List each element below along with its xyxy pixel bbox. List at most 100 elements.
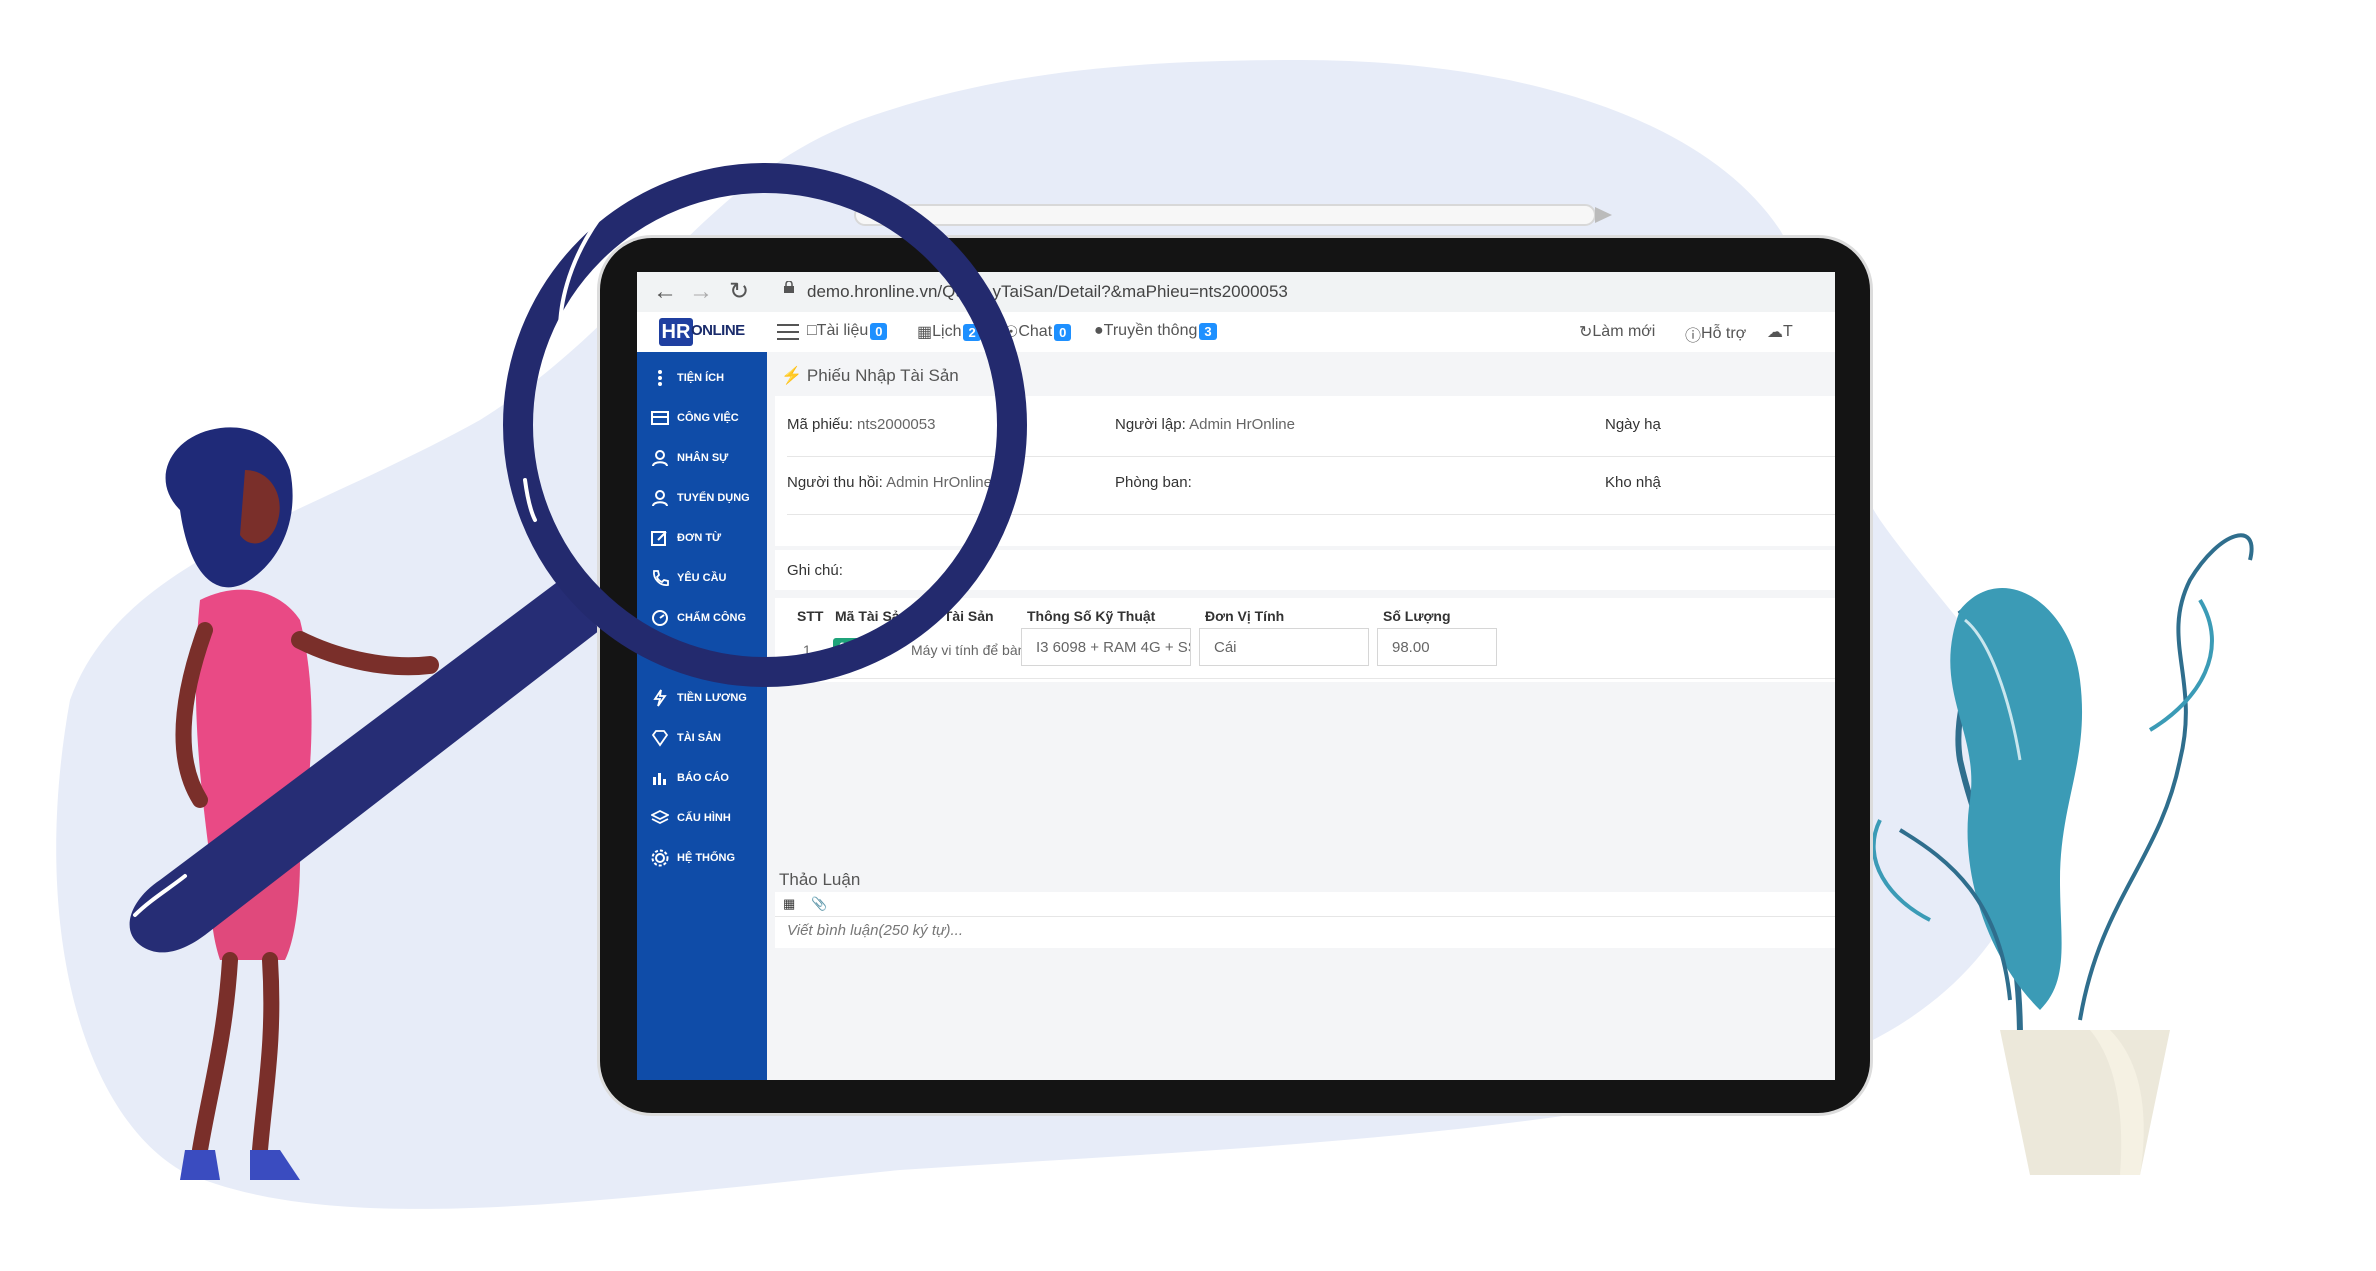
sidebar-item-label: Chấm công: [677, 612, 747, 624]
info-card: Mã phiếu: nts2000053 Người lập: Admin Hr…: [775, 396, 1835, 546]
sidebar-item-bao-cao[interactable]: Báo cáo: [637, 758, 767, 798]
nguoi-thu-hoi-field: Người thu hồi: Admin HrOnline: [787, 474, 992, 491]
note-card: Ghi chú:: [775, 550, 1835, 590]
col-header-stt: STT: [797, 608, 824, 624]
nav-lich-label: Lịch: [932, 323, 962, 340]
divider: [787, 514, 1835, 515]
bar-chart-icon: [653, 773, 666, 785]
tablet-screen: ← → ↻ demo.hronline.vn/QuanLyTaiSan/Deta…: [637, 272, 1835, 1080]
cloud-label: T: [1783, 323, 1793, 340]
sidebar-item-label: Đơn từ: [677, 532, 722, 544]
gear-icon: [651, 849, 669, 867]
ngay-label: Ngày hạ: [1605, 416, 1661, 433]
col-header-don-vi: Đơn Vị Tính: [1205, 608, 1285, 624]
info-icon: ⓘ: [1685, 328, 1702, 345]
sidebar-item-tien-ich[interactable]: Tiện ích: [637, 358, 767, 398]
nguoi-thu-hoi-label: Người thu hồi:: [787, 474, 883, 491]
sidebar: HR ONLINE Tiện ích Công việc Nhân sự Tuy…: [637, 312, 767, 1080]
sidebar-item-tai-san[interactable]: Tài sản: [637, 718, 767, 758]
forward-icon[interactable]: →: [689, 278, 713, 306]
refresh-button[interactable]: ↻ Làm mới: [1579, 322, 1655, 342]
col-header-ten-tai-san: Tên Tài Sản: [915, 608, 994, 624]
count-badge: 0: [870, 322, 888, 340]
divider: [787, 678, 1835, 679]
edit-icon: [651, 531, 667, 546]
hronline-logo[interactable]: HR ONLINE: [637, 312, 767, 352]
nguoi-lap-field: Người lập: Admin HrOnline: [1115, 416, 1295, 433]
phone-icon: [653, 570, 669, 586]
image-icon[interactable]: ▦: [783, 896, 795, 912]
nguoi-lap-value: Admin HrOnline: [1189, 416, 1295, 433]
so-luong-input[interactable]: 98.00: [1377, 628, 1497, 666]
nav-tai-lieu-label: Tài liệu: [816, 322, 869, 339]
sidebar-item-label: Cấu hình: [677, 812, 731, 824]
layers-icon: [651, 809, 669, 825]
don-vi-input[interactable]: Cái: [1199, 628, 1369, 666]
nguoi-thu-hoi-value: Admin HrOnline: [886, 474, 992, 491]
support-button[interactable]: ⓘ Hỗ trợ: [1685, 322, 1746, 346]
main-content: ⚡ Phiếu Nhập Tài Sản Mã phiếu: nts200005…: [767, 352, 1835, 1080]
thong-so-input[interactable]: I3 6098 + RAM 4G + SSD 120G: [1021, 628, 1191, 666]
ma-phieu-label: Mã phiếu:: [787, 416, 853, 433]
asset-table: STT Mã Tài Sản Tên Tài Sản Thông Số Kỹ T…: [775, 598, 1835, 682]
dashboard-icon: [652, 610, 668, 626]
nav-chat[interactable]: ☉ Chat 0: [1004, 322, 1072, 342]
asset-code-tag[interactable]: 01.0002: [833, 638, 889, 656]
nav-truyen-thong[interactable]: ● Truyền thông 3: [1094, 322, 1217, 340]
url-text[interactable]: demo.hronline.vn/QuanLyTaiSan/Detail?&ma…: [807, 282, 1288, 302]
divider: [787, 456, 1835, 457]
top-navbar: □ Tài liệu 0 ▦ Lịch 2 ☉ Chat 0 ● Truyền thông 3 …: [767, 312, 1835, 353]
sidebar-item-label: Hệ thống: [677, 852, 736, 864]
menu-toggle-icon[interactable]: [777, 324, 799, 340]
sidebar-item-label: Tiền lương: [677, 692, 747, 704]
cloud-button[interactable]: ☁ T: [1767, 322, 1793, 342]
nguoi-lap-label: Người lập:: [1115, 416, 1186, 433]
sidebar-item-nhan-su[interactable]: Nhân sự: [637, 438, 767, 478]
nav-tai-lieu[interactable]: □ Tài liệu 0: [807, 322, 888, 340]
paperclip-icon[interactable]: 📎: [811, 896, 827, 912]
sidebar-menu: Tiện ích Công việc Nhân sự Tuyển dụng Đơ…: [637, 358, 767, 878]
sidebar-item-label: Tiện ích: [677, 372, 725, 384]
nav-lich[interactable]: ▦ Lịch 2: [917, 322, 981, 342]
discussion-title: Thảo Luận: [779, 870, 861, 889]
page-title-text: Phiếu Nhập Tài Sản: [806, 366, 959, 385]
calendar-icon: ▦: [917, 324, 933, 341]
headset-icon: ☉: [1004, 324, 1019, 341]
comment-input[interactable]: Viết bình luận(250 ký tự)...: [787, 922, 963, 939]
back-icon[interactable]: ←: [653, 278, 677, 306]
folder-icon: □: [807, 322, 817, 339]
user-icon: [652, 490, 668, 507]
nav-chat-label: Chat: [1018, 323, 1053, 340]
stylus-pen: [854, 204, 1596, 226]
sidebar-item-yeu-cau[interactable]: Yêu cầu: [637, 558, 767, 598]
count-badge: 2: [963, 323, 981, 341]
nav-truyen-thong-label: Truyền thông: [1103, 322, 1198, 339]
sidebar-item-cau-hinh[interactable]: Cấu hình: [637, 798, 767, 838]
col-header-so-luong: Số Lượng: [1383, 608, 1451, 624]
sidebar-item-don-tu[interactable]: Đơn từ: [637, 518, 767, 558]
row-ten-tai-san: Máy vi tính để bàn: [911, 642, 1026, 658]
sidebar-item-label: Yêu cầu: [677, 572, 727, 584]
sidebar-item-tien-luong[interactable]: Tiền lương: [637, 678, 767, 718]
browser-bar: ← → ↻ demo.hronline.vn/QuanLyTaiSan/Deta…: [637, 272, 1835, 313]
bolt-icon: [653, 689, 667, 707]
sidebar-item-label: Nhân sự: [677, 452, 729, 464]
sidebar-item-tuyen-dung[interactable]: Tuyển dụng: [637, 478, 767, 518]
reload-icon[interactable]: ↻: [729, 278, 749, 306]
sidebar-item-label: Tài sản: [677, 732, 721, 744]
kho-label: Kho nhậ: [1605, 474, 1661, 491]
sidebar-item-cham-cong[interactable]: Chấm công: [637, 598, 767, 638]
sidebar-item-cong-viec[interactable]: Công việc: [637, 398, 767, 438]
globe-icon: ●: [1094, 322, 1104, 339]
cloud-icon: ☁: [1767, 324, 1783, 341]
sidebar-item-hidden[interactable]: [637, 638, 767, 678]
phong-ban-label: Phòng ban:: [1115, 474, 1192, 491]
row-stt: 1: [803, 642, 811, 658]
count-badge: 0: [1054, 323, 1072, 341]
sidebar-item-label: Công việc: [677, 412, 739, 424]
sidebar-item-he-thong[interactable]: Hệ thống: [637, 838, 767, 878]
sidebar-item-label: Tuyển dụng: [677, 492, 750, 504]
refresh-icon: ↻: [1579, 324, 1593, 341]
count-badge: 3: [1199, 322, 1217, 340]
col-header-ma-tai-san: Mã Tài Sản: [835, 608, 909, 624]
